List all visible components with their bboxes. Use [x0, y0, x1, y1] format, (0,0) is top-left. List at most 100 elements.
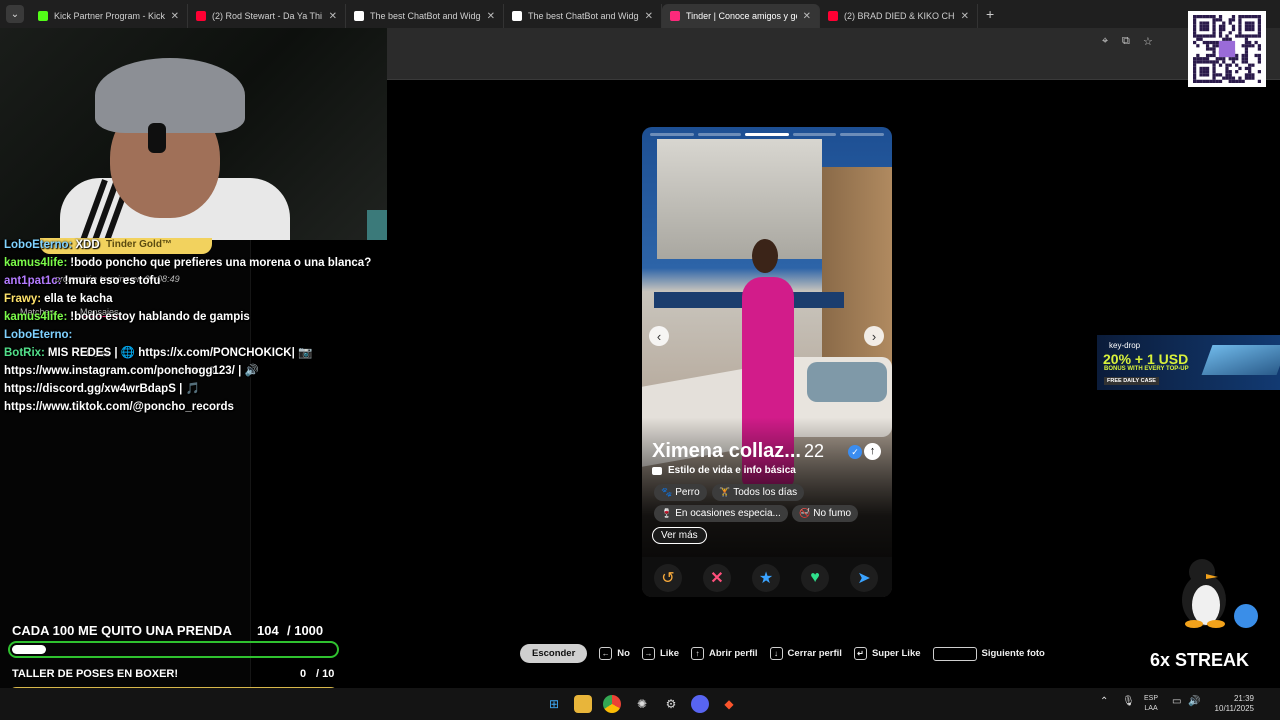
tab-favicon-icon — [670, 11, 680, 21]
photo-progress-segment — [840, 133, 884, 136]
chat-message: LoboEterno: — [4, 326, 374, 344]
file-explorer-icon[interactable] — [574, 695, 592, 713]
dumbbell-icon: 🏋 — [719, 487, 731, 497]
browser-tab[interactable]: (2) BRAD DIED & KIKO CHOSIC ✕ — [820, 4, 978, 28]
super-like-button[interactable]: ★ — [752, 564, 780, 592]
brave-icon[interactable]: ◆ — [720, 695, 738, 713]
browser-tab[interactable]: The best ChatBot and Widgets ✕ — [346, 4, 504, 28]
chat-username[interactable]: ant1pat1c: — [4, 275, 62, 287]
goal-1-label: CADA 100 ME QUITO UNA PRENDA — [12, 623, 232, 638]
shortcut-super-like: ↵ Super Like — [853, 647, 921, 660]
see-more-button[interactable]: Ver más — [652, 527, 707, 544]
tab-favicon-icon — [354, 11, 364, 21]
tab-close-icon[interactable]: ✕ — [961, 11, 969, 22]
chat-text: ella te kacha — [44, 293, 113, 305]
streak-counter: 6x STREAK — [1150, 650, 1250, 670]
tab-favicon-icon — [196, 11, 206, 21]
volume-icon[interactable]: 🔊 — [1188, 696, 1200, 707]
microphone-icon[interactable]: 🎙 — [1122, 696, 1135, 707]
right-arrow-key-icon: → — [641, 647, 655, 660]
next-photo-button[interactable]: › — [864, 326, 884, 346]
shortcut-close-profile: ↓ Cerrar perfil — [769, 647, 842, 660]
browser-tab[interactable]: The best ChatBot and Widgets ✕ — [504, 4, 662, 28]
taskbar-clock[interactable]: 21:39 10/11/2025 — [1208, 694, 1254, 714]
install-app-icon[interactable]: ⧉ — [1122, 35, 1130, 48]
windows-start-icon[interactable]: ⊞ — [545, 695, 563, 713]
lifestyle-icon — [652, 466, 662, 475]
rewind-button[interactable]: ↺ — [654, 564, 682, 592]
tab-title: Tinder | Conoce amigos y gent — [686, 11, 797, 21]
penguin-icon — [1182, 559, 1258, 628]
shortcut-label: No — [617, 648, 630, 659]
profile-age: 22 — [803, 441, 824, 461]
enter-key-icon: ↵ — [853, 647, 867, 660]
profile-name-row[interactable]: Ximena collaz... 22 — [652, 440, 824, 463]
tab-title: The best ChatBot and Widgets — [370, 11, 481, 21]
language-indicator[interactable]: ESP LAA — [1144, 694, 1158, 714]
tab-close-icon[interactable]: ✕ — [329, 11, 337, 22]
chrome-icon[interactable] — [603, 695, 621, 713]
webcam-headset — [148, 123, 166, 153]
chip-label: En ocasiones especia... — [675, 508, 781, 519]
chat-text: !bodo estoy hablando de gampis — [70, 311, 250, 323]
browser-toolbar: ⌖ ⧉ ☆ — [387, 28, 1280, 56]
goal-2-total: / 10 — [316, 668, 335, 680]
shortcut-label: Abrir perfil — [708, 648, 758, 659]
chip-label: Todos los días — [733, 487, 798, 498]
steam-icon[interactable]: ⚙ — [662, 695, 680, 713]
tab-search-button[interactable]: ⌄ — [6, 5, 24, 23]
chat-message: kamus4life: !bodo poncho que prefieres un… — [4, 254, 374, 272]
open-profile-button[interactable]: ↑ — [864, 443, 881, 460]
chat-username[interactable]: BotRix: — [4, 347, 45, 359]
keydrop-ad: key-drop 20% + 1 USD BONUS WITH EVERY TO… — [1097, 335, 1280, 390]
shortcut-next-photo: Siguiente foto — [932, 646, 1045, 661]
chat-username[interactable]: kamus4life: — [4, 257, 67, 269]
send-message-button[interactable]: ➤ — [850, 564, 878, 592]
qr-code-image — [1193, 15, 1261, 83]
openai-icon[interactable]: ✺ — [633, 695, 651, 713]
hide-shortcuts-button[interactable]: Esconder — [520, 644, 588, 663]
chip-drinking: 🍷 En ocasiones especia... — [654, 505, 788, 522]
chip-exercise: 🏋 Todos los días — [712, 484, 805, 501]
like-button[interactable]: ♥ — [801, 564, 829, 592]
prev-photo-button[interactable]: ‹ — [649, 326, 669, 346]
chat-username[interactable]: Frawy: — [4, 293, 41, 305]
chat-username[interactable]: LoboEterno: — [4, 239, 72, 251]
webcam-feed — [0, 28, 387, 240]
shortcut-like: → Like — [641, 647, 679, 660]
tab-close-icon[interactable]: ✕ — [487, 11, 495, 22]
glass-icon: 🍷 — [661, 508, 673, 518]
browser-tab[interactable]: (2) Rod Stewart - Da Ya Thi ✕ — [188, 4, 346, 28]
location-icon[interactable]: ⌖ — [1102, 35, 1108, 48]
shortcut-open-profile: ↑ Abrir perfil — [690, 647, 758, 660]
browser-tab-strip: ⌄ Kick Partner Program - Kick Da✕(2) Rod… — [0, 0, 1280, 28]
chat-text: !bodo poncho que prefieres una morena o … — [70, 257, 372, 269]
shortcut-label: Cerrar perfil — [787, 648, 842, 659]
tab-title: (2) Rod Stewart - Da Ya Thi — [212, 11, 323, 21]
chat-username[interactable]: LoboEterno: — [4, 329, 72, 341]
goal-2-current: 0 — [300, 668, 307, 680]
bookmark-star-icon[interactable]: ☆ — [1143, 35, 1153, 48]
language-code: ESP — [1144, 695, 1159, 702]
browser-tab[interactable]: Kick Partner Program - Kick Da ✕ — [30, 4, 188, 28]
chat-username[interactable]: kamus4life: — [4, 311, 67, 323]
shortcut-label: Super Like — [871, 648, 921, 659]
tab-close-icon[interactable]: ✕ — [645, 11, 653, 22]
tray-overflow-icon[interactable]: ⌃ — [1100, 696, 1108, 707]
tab-close-icon[interactable]: ✕ — [803, 11, 811, 22]
network-icon[interactable]: ▭ — [1172, 696, 1181, 707]
profile-card[interactable]: ‹ › Ximena collaz... 22 ✓ ↑ Estilo de vid… — [642, 127, 892, 597]
webcam-hair — [95, 58, 245, 133]
photo-progress-segment — [792, 133, 837, 136]
new-tab-button[interactable]: + — [986, 6, 994, 22]
shortcut-no: ← No — [599, 647, 630, 660]
nope-button[interactable]: ✕ — [703, 564, 731, 592]
keyboard-shortcuts-bar: Esconder ← No → Like ↑ Abrir perfil ↓ Cerrar… — [520, 644, 1057, 663]
tab-favicon-icon — [828, 11, 838, 21]
tab-close-icon[interactable]: ✕ — [171, 11, 179, 22]
discord-icon[interactable] — [691, 695, 709, 713]
chat-text: MIS REDES | 🌐 https://x.com/PONCHOKICK| … — [4, 347, 313, 413]
browser-tab[interactable]: Tinder | Conoce amigos y gent ✕ — [662, 4, 820, 28]
chat-message: Frawy: ella te kacha — [4, 290, 374, 308]
lifestyle-label: Estilo de vida e info básica — [668, 465, 796, 476]
